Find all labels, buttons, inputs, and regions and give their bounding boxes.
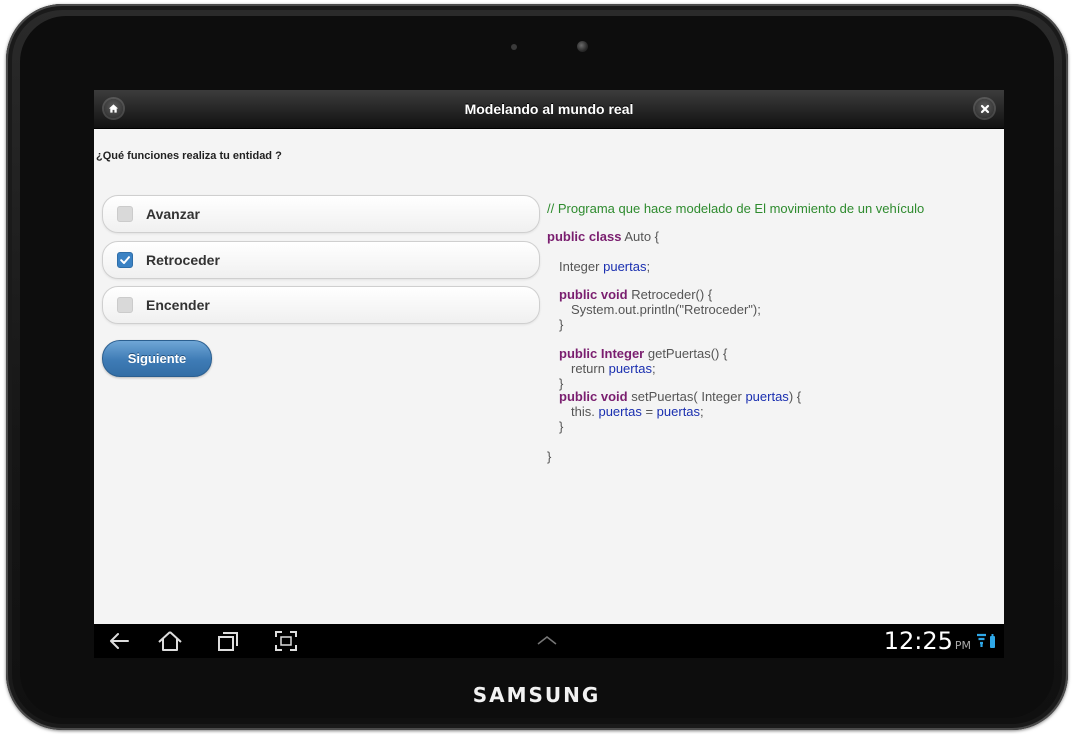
recent-apps-icon[interactable] (214, 629, 242, 653)
close-icon (980, 104, 989, 113)
code-keyword: public void (559, 389, 628, 404)
code-type: Integer (559, 259, 600, 274)
option-label: Encender (146, 297, 210, 313)
code-method-name: Retroceder() { (631, 287, 713, 302)
clock-time: 12:25 (883, 627, 953, 655)
code-return: return (571, 361, 605, 376)
code-method3-body: this. puertas = puertas; (571, 404, 704, 419)
code-keyword: public class (547, 229, 622, 244)
code-keyword: public Integer (559, 346, 645, 361)
code-method1-body: System.out.println("Retroceder"); (571, 302, 761, 317)
chevron-up-icon[interactable] (535, 633, 559, 647)
code-method2-body: return puertas; (571, 361, 656, 376)
code-this: this. (571, 404, 595, 419)
front-camera (577, 41, 588, 52)
code-punct: ; (700, 404, 704, 419)
next-button[interactable]: Siguiente (102, 340, 212, 377)
checkbox-checked[interactable] (117, 252, 133, 268)
question-text: ¿Qué funciones realiza tu entidad ? (96, 150, 282, 162)
option-label: Avanzar (146, 206, 200, 222)
screenshot-icon[interactable] (272, 629, 300, 653)
checkmark-icon (120, 256, 130, 264)
code-method2-sig: public Integer getPuertas() { (559, 346, 727, 361)
code-class-name: Auto { (624, 229, 660, 244)
code-comment: // Programa que hace modelado de El movi… (547, 201, 925, 216)
close-button[interactable] (975, 99, 994, 118)
code-method-name: getPuertas() { (647, 346, 728, 361)
code-punct: ; (651, 361, 656, 376)
code-class-close: } (547, 449, 552, 464)
device-brand: SAMSUNG (472, 683, 601, 707)
code-keyword: public void (559, 287, 628, 302)
checkbox-unchecked[interactable] (117, 206, 133, 222)
code-punct: ; (646, 259, 651, 274)
home-nav-icon[interactable] (156, 629, 184, 653)
app-header: Modelando al mundo real (94, 90, 1004, 129)
wifi-battery-icon (977, 633, 995, 648)
code-field-line: Integer puertas; (559, 259, 650, 274)
option-retroceder[interactable]: Retroceder (102, 241, 540, 279)
system-nav-bar: 12:25 PM (94, 624, 1004, 658)
clock-ampm: PM (954, 639, 971, 652)
option-encender[interactable]: Encender (102, 286, 540, 324)
code-brace: } (559, 317, 564, 332)
option-label: Retroceder (146, 252, 220, 268)
checkbox-unchecked[interactable] (117, 297, 133, 313)
code-class-line: public class Auto { (547, 229, 659, 244)
status-clock: 12:25 PM (884, 627, 971, 655)
code-method-name: setPuertas( Integer (631, 389, 742, 404)
proximity-sensor (511, 44, 517, 50)
code-punct: ) { (788, 389, 802, 404)
option-avanzar[interactable]: Avanzar (102, 195, 540, 233)
code-brace: } (559, 419, 564, 434)
code-variable: puertas (745, 389, 789, 404)
code-variable: puertas (603, 259, 647, 274)
main-content: ¿Qué funciones realiza tu entidad ? Avan… (94, 128, 1004, 624)
code-variable: puertas (608, 361, 652, 376)
code-variable: puertas (656, 404, 701, 419)
code-method3-sig: public void setPuertas( Integer puertas)… (559, 389, 801, 404)
back-icon[interactable] (106, 629, 134, 653)
app-screen: Modelando al mundo real ¿Qué funciones r… (94, 90, 1004, 658)
code-method1-sig: public void Retroceder() { (559, 287, 712, 302)
code-punct: = (641, 404, 657, 419)
code-variable: puertas (598, 404, 642, 419)
page-title: Modelando al mundo real (464, 101, 634, 117)
